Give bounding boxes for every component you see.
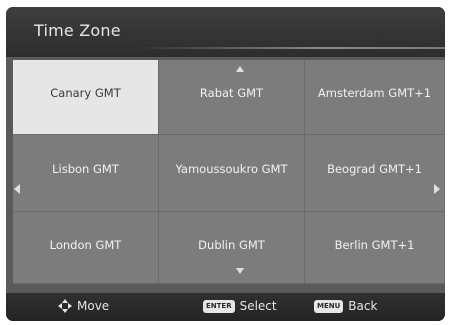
- scroll-left-icon[interactable]: [14, 184, 20, 194]
- zone-option-label: Rabat GMT: [199, 86, 264, 100]
- zone-option-label: Yamoussoukro GMT: [175, 162, 288, 176]
- select-hint-label: Select: [239, 299, 277, 313]
- zone-option-label: Berlin GMT+1: [334, 237, 415, 252]
- zone-option-label: Dublin GMT: [198, 237, 265, 252]
- back-hint[interactable]: MENU Back: [314, 299, 377, 313]
- time-zone-dialog: Time Zone Canary GMT Rabat GMT Amsterdam…: [6, 7, 445, 321]
- time-zone-grid: Canary GMT Rabat GMT Amsterdam GMT+1 Lis…: [13, 60, 445, 284]
- zone-option-label: Canary GMT: [50, 86, 121, 100]
- scroll-down-icon[interactable]: [236, 268, 244, 274]
- select-hint[interactable]: ENTER Select: [203, 299, 277, 313]
- dialog-title: Time Zone: [34, 21, 121, 40]
- move-hint: Move: [58, 299, 109, 313]
- zone-option-label: Beograd GMT+1: [327, 162, 422, 176]
- zone-option-label: Lisbon GMT: [52, 162, 119, 176]
- title-divider: [136, 47, 445, 49]
- zone-option[interactable]: Canary GMT: [13, 60, 159, 135]
- menu-key-icon: MENU: [314, 299, 344, 313]
- hint-bar: Move ENTER Select MENU Back: [6, 293, 445, 321]
- zone-option[interactable]: London GMT: [13, 212, 159, 284]
- scroll-up-icon[interactable]: [236, 66, 244, 72]
- scroll-right-icon[interactable]: [434, 184, 440, 194]
- zone-option-label: London GMT: [49, 237, 122, 252]
- zone-option[interactable]: Rabat GMT: [159, 60, 305, 135]
- zone-option[interactable]: Yamoussoukro GMT: [159, 135, 305, 212]
- zone-option[interactable]: Amsterdam GMT+1: [305, 60, 445, 135]
- move-hint-label: Move: [77, 299, 110, 313]
- move-arrows-icon: [58, 299, 72, 313]
- zone-option-label: Amsterdam GMT+1: [317, 86, 432, 100]
- enter-key-icon: ENTER: [203, 299, 235, 313]
- title-bar: Time Zone: [6, 7, 445, 57]
- zone-option[interactable]: Beograd GMT+1: [305, 135, 445, 212]
- back-hint-label: Back: [348, 299, 378, 313]
- zone-option[interactable]: Berlin GMT+1: [305, 212, 445, 284]
- zone-option[interactable]: Lisbon GMT: [13, 135, 159, 212]
- zone-option[interactable]: Dublin GMT: [159, 212, 305, 284]
